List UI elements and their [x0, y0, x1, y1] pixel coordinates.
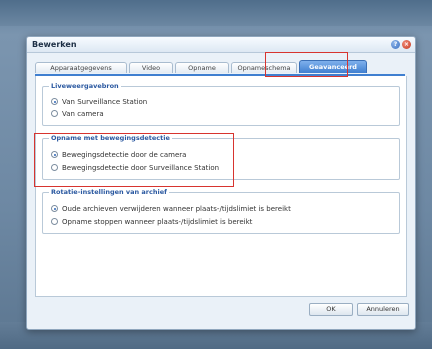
- tab-opnameschema[interactable]: Opnameschema: [231, 62, 297, 73]
- close-icon[interactable]: ×: [402, 40, 411, 49]
- ok-button[interactable]: OK: [309, 303, 353, 316]
- radio-button[interactable]: [51, 110, 58, 117]
- cancel-button[interactable]: Annuleren: [357, 303, 409, 316]
- tab-geavanceerd[interactable]: Geavanceerd: [299, 60, 367, 73]
- tab-opname[interactable]: Opname: [175, 62, 229, 73]
- archive-rotation-group: Rotatie-instellingen van archief Oude ar…: [42, 188, 400, 234]
- radio-button-selected[interactable]: [51, 151, 58, 158]
- advanced-settings-panel: Liveweergavebron Van Surveillance Statio…: [35, 76, 407, 297]
- tab-apparaatgegevens[interactable]: Apparaatgegevens: [35, 62, 127, 73]
- live-source-legend: Liveweergavebron: [49, 82, 121, 91]
- archive-rotation-legend: Rotatie-instellingen van archief: [49, 188, 169, 197]
- radio-button[interactable]: [51, 164, 58, 171]
- radio-button-selected[interactable]: [51, 98, 58, 105]
- tab-bar: Apparaatgegevens Video Opname Opnamesche…: [35, 60, 405, 74]
- radio-label: Oude archieven verwijderen wanneer plaat…: [62, 205, 291, 213]
- radio-label: Bewegingsdetectie door Surveillance Stat…: [62, 164, 220, 172]
- dialog-title: Bewerken: [32, 40, 77, 49]
- motion-recording-group: Opname met bewegingsdetectie Bewegingsde…: [42, 134, 400, 180]
- tab-video[interactable]: Video: [129, 62, 173, 73]
- radio-label: Van Surveillance Station: [62, 98, 148, 106]
- radio-button-selected[interactable]: [51, 205, 58, 212]
- motion-recording-legend: Opname met bewegingsdetectie: [49, 134, 172, 143]
- edit-dialog: Bewerken ? × Apparaatgegevens Video Opna…: [26, 36, 416, 330]
- live-source-group: Liveweergavebron Van Surveillance Statio…: [42, 82, 400, 126]
- radio-label: Van camera: [62, 110, 104, 118]
- dialog-titlebar[interactable]: Bewerken ? ×: [27, 37, 415, 53]
- backdrop-top: [0, 0, 432, 26]
- radio-label: Bewegingsdetectie door de camera: [62, 151, 187, 159]
- radio-button[interactable]: [51, 218, 58, 225]
- help-icon[interactable]: ?: [391, 40, 400, 49]
- radio-label: Opname stoppen wanneer plaats-/tijdslimi…: [62, 218, 253, 226]
